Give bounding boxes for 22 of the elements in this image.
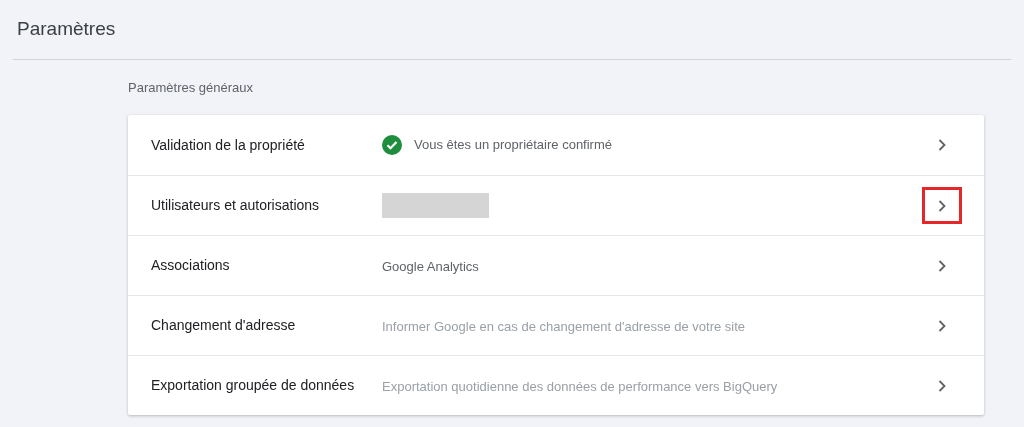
chevron-right-icon: [938, 139, 946, 151]
row-label: Exportation groupée de données: [151, 376, 356, 395]
settings-row[interactable]: Associations Google Analytics: [128, 235, 984, 295]
row-label: Changement d'adresse: [151, 316, 297, 335]
row-label: Validation de la propriété: [151, 135, 306, 155]
status-text: Vous êtes un propriétaire confirmé: [414, 136, 612, 155]
settings-row[interactable]: Exportation groupée de données Exportation quotidienne des données de performance vers BigQuery: [128, 355, 984, 415]
settings-row[interactable]: Changement d'adresse Informer Google en cas de changement d'adresse de votre site: [128, 295, 984, 355]
section-title: Paramètres généraux: [128, 78, 253, 97]
row-label: Utilisateurs et autorisations: [151, 196, 321, 215]
settings-row[interactable]: Validation de la propriété Vous êtes un propriétaire confirmé: [128, 115, 984, 175]
settings-row[interactable]: Utilisateurs et autorisations: [128, 175, 984, 235]
page-title: Paramètres: [17, 17, 116, 42]
chevron-right-icon: [938, 199, 946, 212]
description-text: Exportation quotidienne des données de performance vers BigQuery: [382, 378, 778, 394]
chevron-right-icon: [938, 319, 946, 332]
value-text: Google Analytics: [382, 258, 479, 274]
chevron-right-icon: [938, 379, 946, 392]
check-circle-icon: [382, 135, 402, 155]
chevron-right-icon: [938, 259, 946, 272]
row-label: Associations: [151, 256, 231, 275]
description-text: Informer Google en cas de changement d'adresse de votre site: [382, 318, 746, 334]
